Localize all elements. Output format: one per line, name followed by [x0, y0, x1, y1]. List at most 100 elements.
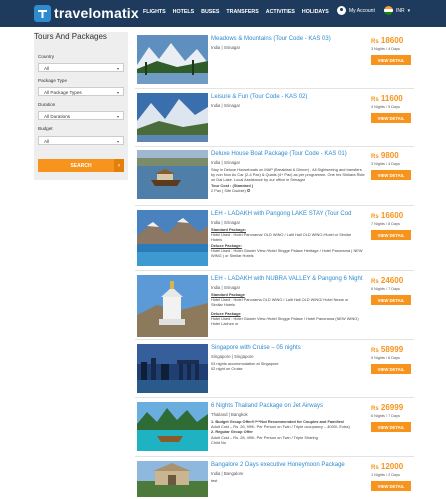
view-detail-button[interactable]: VIEW DETAIL	[371, 364, 411, 374]
package-location: Singapore | Singapore	[211, 354, 254, 359]
package-price: Rs 9800	[371, 151, 413, 160]
brand-logo[interactable]: travelomatix	[34, 4, 139, 22]
desc-line: Child No	[211, 439, 226, 445]
search-button[interactable]: SEARCH ›	[38, 159, 124, 172]
desc-line: 2 Pax ( Site Double) ✪	[211, 187, 251, 193]
desc-line: Hotel Lachen or	[211, 321, 239, 327]
package-type-value: All Package Types	[44, 90, 82, 95]
view-detail-button[interactable]: VIEW DETAIL	[371, 113, 411, 123]
view-detail-button[interactable]: VIEW DETAIL	[371, 170, 411, 180]
budget-select[interactable]: All ▾	[38, 136, 124, 145]
package-image[interactable]	[137, 402, 208, 451]
currency-symbol: Rs	[371, 406, 379, 412]
package-description: test	[211, 478, 366, 483]
package-description: 03 nights accommodation at Singapore 02 …	[211, 361, 366, 371]
package-price: Rs 11600	[371, 94, 413, 103]
package-duration: 3 Nights / 4 Days	[371, 162, 400, 166]
nav-hotels[interactable]: HOTELS	[173, 9, 194, 15]
package-card: Bangalore 2 Days executive Honeymoon Pac…	[135, 459, 414, 499]
nav-holidays[interactable]: HOLIDAYS	[302, 9, 329, 15]
package-card: LEH - LADAKH with NUBRA VALLEY & Pangong…	[135, 273, 414, 340]
package-title[interactable]: Singapore with Cruise – 05 nights	[211, 345, 366, 352]
package-price: Rs 16600	[371, 211, 413, 220]
package-image[interactable]	[137, 344, 208, 393]
package-price: Rs 24600	[371, 276, 413, 285]
package-price: Rs 12000	[371, 462, 413, 471]
view-detail-button[interactable]: VIEW DETAIL	[371, 55, 411, 65]
package-duration: 6 Nights / 7 Days	[371, 414, 400, 418]
package-title[interactable]: Leisure & Fun (Tour Code - KAS 02)	[211, 94, 366, 101]
package-location: India | Srinagar	[211, 160, 241, 165]
budget-value: All	[44, 139, 50, 144]
my-account-label: My Account	[349, 7, 375, 14]
price-value: 16600	[380, 211, 404, 220]
package-location: India | Srinagar	[211, 103, 241, 108]
country-select[interactable]: All ▾	[38, 63, 124, 72]
logo-mark-icon	[34, 4, 51, 22]
nav-activities[interactable]: ACTIVITIES	[266, 9, 295, 15]
package-description: Standard Package Hotel Used : Hotel Pano…	[211, 292, 366, 326]
price-value: 18600	[380, 36, 404, 45]
currency-symbol: Rs	[371, 97, 379, 103]
country-label: Country	[38, 54, 55, 59]
package-image[interactable]	[137, 93, 208, 142]
package-price: Rs 26999	[371, 403, 413, 412]
user-icon	[337, 6, 346, 15]
view-detail-button[interactable]: VIEW DETAIL	[371, 422, 411, 432]
duration-label: Duration	[38, 102, 56, 107]
package-image[interactable]	[137, 35, 208, 84]
nav-transfers[interactable]: TRANSFERS	[226, 9, 258, 15]
sidebar-title: Tours And Packages	[34, 32, 107, 41]
duration-value: All Durations	[44, 114, 71, 119]
package-image[interactable]	[137, 275, 208, 337]
top-header: travelomatix FLIGHTS HOTELS BUSES TRANSF…	[0, 0, 446, 27]
package-duration: 5 Nights / 6 Days	[371, 356, 400, 360]
package-title[interactable]: LEH - LADAKH with Pangong LAKE STAY (Tou…	[211, 211, 366, 218]
search-button-label: SEARCH	[70, 162, 92, 169]
package-card: Meadows & Mountains (Tour Code - KAS 03)…	[135, 33, 414, 89]
package-card: LEH - LADAKH with Pangong LAKE STAY (Tou…	[135, 208, 414, 271]
nav-flights[interactable]: FLIGHTS	[143, 9, 166, 15]
chevron-right-icon: ›	[114, 159, 124, 172]
view-detail-button[interactable]: VIEW DETAIL	[371, 481, 411, 491]
package-duration: 6 Nights / 7 Days	[371, 287, 400, 291]
chevron-down-icon: ▾	[407, 7, 411, 14]
package-image[interactable]	[137, 150, 208, 199]
my-account-link[interactable]: My Account	[337, 6, 375, 15]
nav-buses[interactable]: BUSES	[201, 9, 219, 15]
main-nav: FLIGHTS HOTELS BUSES TRANSFERS ACTIVITIE…	[143, 9, 329, 15]
view-detail-button[interactable]: VIEW DETAIL	[371, 295, 411, 305]
currency-symbol: Rs	[371, 154, 379, 160]
package-title[interactable]: 6 Nights Thailand Package on Jet Airways	[211, 403, 366, 410]
package-duration: 4 Nights / 5 Days	[371, 105, 400, 109]
package-title[interactable]: Bangalore 2 Days executive Honeymoon Pac…	[211, 462, 366, 469]
package-title[interactable]: Deluxe House Boat Package (Tour Code - K…	[211, 151, 366, 158]
price-value: 26999	[380, 403, 404, 412]
package-card: Singapore with Cruise – 05 nights Singap…	[135, 342, 414, 398]
view-detail-button[interactable]: VIEW DETAIL	[371, 230, 411, 240]
package-card: 6 Nights Thailand Package on Jet Airways…	[135, 400, 414, 457]
package-price: Rs 58999	[371, 345, 413, 354]
chevron-down-icon: ▾	[116, 139, 119, 144]
package-description: Stay in Deluxe Houseboats on MAP (Breakf…	[211, 167, 366, 193]
package-card: Deluxe House Boat Package (Tour Code - K…	[135, 148, 414, 206]
package-description: Standard Package: Hotel Used : Hotel Pan…	[211, 227, 366, 258]
package-image[interactable]	[137, 461, 208, 497]
currency-label: INR	[396, 7, 405, 14]
budget-label: Budget	[38, 126, 53, 131]
package-location: India | Bangalore	[211, 471, 244, 476]
package-location: Thailand | Bangkok	[211, 412, 248, 417]
duration-select[interactable]: All Durations ▾	[38, 111, 124, 120]
package-duration: 7 Nights / 8 Days	[371, 222, 400, 226]
currency-selector[interactable]: INR ▾	[384, 6, 410, 15]
package-title[interactable]: LEH - LADAKH with NUBRA VALLEY & Pangong…	[211, 276, 366, 283]
package-title[interactable]: Meadows & Mountains (Tour Code - KAS 03)	[211, 36, 366, 43]
package-duration: 3 Nights / 4 Days	[371, 47, 400, 51]
package-image[interactable]	[137, 210, 208, 266]
package-type-select[interactable]: All Package Types ▾	[38, 87, 124, 96]
price-value: 12000	[380, 462, 404, 471]
package-type-label: Package Type	[38, 78, 68, 83]
currency-symbol: Rs	[371, 279, 379, 285]
currency-symbol: Rs	[371, 214, 379, 220]
price-value: 9800	[380, 151, 399, 160]
